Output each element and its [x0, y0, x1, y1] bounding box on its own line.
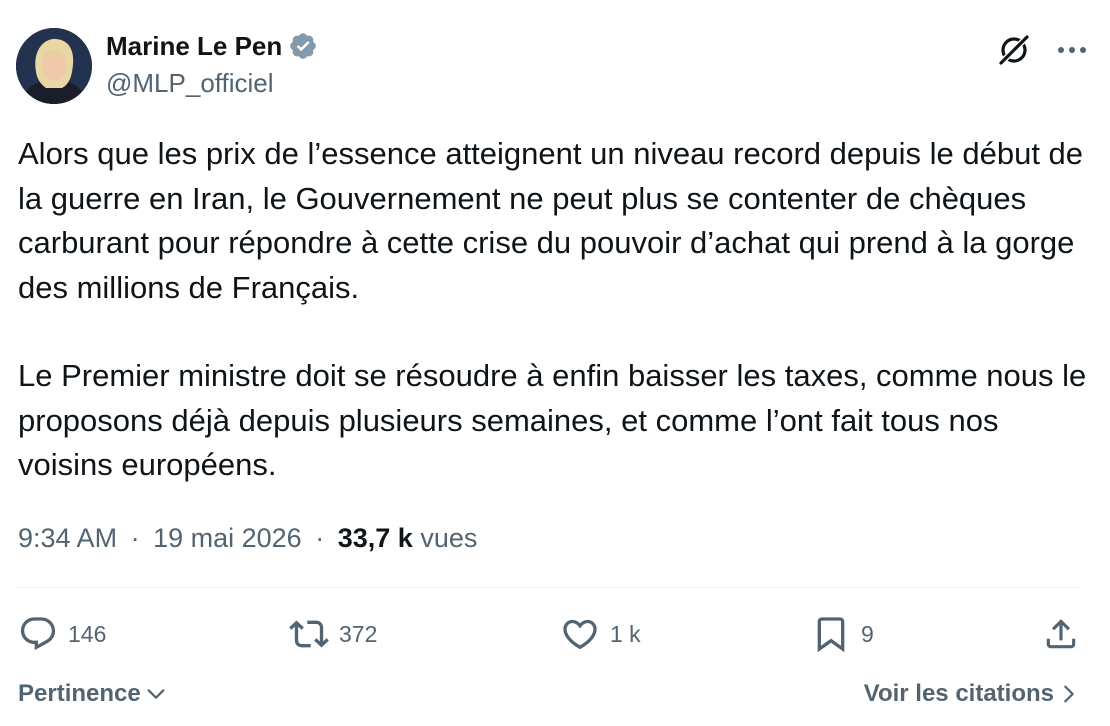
tweet-meta: 9:34 AM · 19 mai 2026 · 33,7 k vues	[18, 520, 477, 556]
more-options-icon[interactable]	[1054, 32, 1090, 68]
like-icon	[563, 619, 597, 650]
handle[interactable]: @MLP_officiel	[106, 66, 318, 100]
divider	[18, 587, 1080, 588]
verified-badge-icon[interactable]	[288, 31, 318, 61]
reply-count: 146	[68, 620, 107, 647]
meta-separator: ·	[315, 523, 325, 553]
view-quotes-link[interactable]: Voir les citations	[864, 680, 1080, 708]
display-name[interactable]: Marine Le Pen	[106, 30, 282, 62]
bookmark-button[interactable]: 9	[811, 614, 881, 654]
sort-label: Pertinence	[18, 680, 141, 707]
repost-icon	[289, 620, 329, 648]
reply-button[interactable]: 146	[18, 614, 128, 654]
tweet-text: Alors que les prix de l’essence atteigne…	[18, 132, 1098, 488]
author-block: Marine Le Pen @MLP_officiel	[106, 30, 318, 100]
tweet-time[interactable]: 9:34 AM	[18, 523, 117, 553]
quotes-label: Voir les citations	[863, 680, 1054, 707]
like-button[interactable]: 1 k	[560, 614, 650, 654]
chevron-right-icon	[1058, 683, 1080, 705]
like-count: 1 k	[610, 620, 641, 647]
chevron-down-icon	[145, 683, 167, 705]
tweet-paragraph-2: Le Premier ministre doit se résoudre à e…	[18, 358, 1087, 482]
meta-separator: ·	[130, 523, 140, 553]
sort-dropdown[interactable]: Pertinence	[18, 680, 167, 708]
tweet-footer: Pertinence Voir les citations	[18, 674, 1080, 714]
grok-icon[interactable]	[996, 32, 1032, 68]
views-label: vues	[420, 523, 478, 553]
tweet-date[interactable]: 19 mai 2026	[153, 523, 302, 553]
top-actions	[996, 32, 1090, 68]
tweet-paragraph-1: Alors que les prix de l’essence atteigne…	[18, 136, 1084, 305]
avatar[interactable]	[16, 28, 92, 104]
tweet-header: Marine Le Pen @MLP_officiel	[16, 28, 1090, 106]
share-button[interactable]	[1042, 615, 1080, 653]
share-icon	[1046, 619, 1076, 649]
views-count: 33,7 k	[337, 523, 413, 553]
repost-button[interactable]: 372	[289, 614, 399, 654]
repost-count: 372	[339, 620, 378, 647]
bookmark-icon	[817, 617, 845, 653]
action-bar: 146 372 1 k 9	[18, 608, 1080, 660]
reply-icon	[20, 617, 56, 651]
bookmark-count: 9	[861, 620, 874, 647]
